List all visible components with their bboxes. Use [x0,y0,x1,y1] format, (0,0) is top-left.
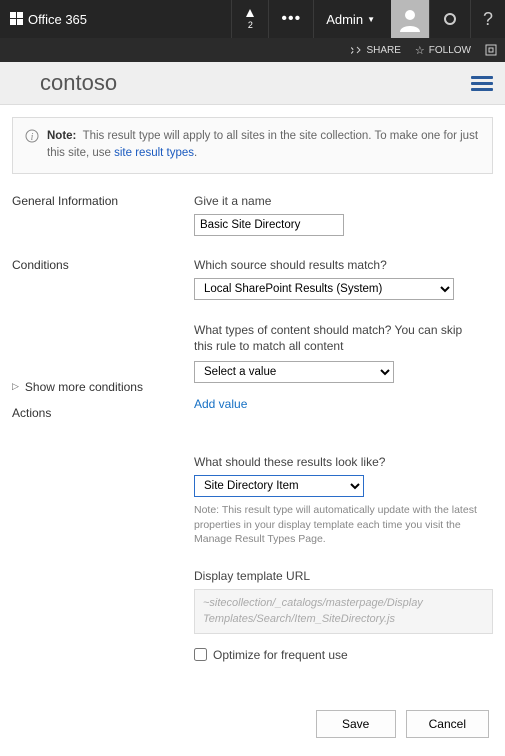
section-heading-general: General Information [12,194,182,208]
more-button[interactable]: ••• [268,0,313,38]
name-input[interactable] [194,214,344,236]
follow-label: FOLLOW [429,45,471,56]
cancel-button[interactable]: Cancel [406,710,489,738]
notification-button[interactable]: 2 [231,0,268,38]
admin-menu[interactable]: Admin ▼ [313,0,391,38]
suite-bar: Office 365 2 ••• Admin ▼ ? [0,0,505,38]
section-heading-actions: Actions [12,406,182,420]
bell-icon [244,8,256,20]
url-label: Display template URL [194,569,493,583]
office-logo-icon [10,12,24,26]
admin-label: Admin [326,12,363,27]
focus-button[interactable] [485,44,497,56]
help-button[interactable]: ? [470,0,505,38]
save-button[interactable]: Save [316,710,396,738]
help-icon: ? [483,9,493,30]
brand-text: Office 365 [28,12,87,27]
site-title: contoso [40,70,117,96]
info-icon: i [25,129,39,143]
avatar[interactable] [391,0,429,38]
content-types-label: What types of content should match? You … [194,322,484,356]
display-template-label: What should these results look like? [194,455,493,469]
form: General Information Conditions ▷ Show mo… [12,194,493,684]
star-icon: ☆ [415,44,425,57]
settings-button[interactable] [429,0,470,38]
note-text: This result type will apply to all sites… [47,130,478,159]
notification-count: 2 [248,20,253,30]
follow-button[interactable]: ☆ FOLLOW [415,44,471,57]
optimize-label: Optimize for frequent use [213,648,348,662]
source-label: Which source should results match? [194,258,493,272]
url-readonly: ~sitecollection/_catalogs/masterpage/Dis… [194,589,493,634]
note-text-end: . [194,147,197,159]
menu-button[interactable] [471,73,493,94]
brand[interactable]: Office 365 [0,0,97,38]
gear-icon [442,11,458,27]
content-types-select[interactable]: Select a value [194,361,394,383]
share-label: SHARE [366,45,400,56]
person-icon [397,6,423,32]
show-more-conditions[interactable]: ▷ Show more conditions [12,380,182,394]
site-result-types-link[interactable]: site result types [114,147,194,159]
optimize-checkbox[interactable] [194,648,207,661]
add-value-link[interactable]: Add value [194,397,247,411]
svg-text:i: i [31,132,34,143]
site-logo[interactable]: contoso [12,70,117,96]
site-header: contoso [0,62,505,105]
share-icon [351,45,362,56]
expand-icon: ▷ [12,381,19,392]
section-heading-conditions: Conditions [12,258,182,272]
show-more-label: Show more conditions [25,380,143,394]
button-row: Save Cancel [0,696,505,756]
source-select[interactable]: Local SharePoint Results (System) [194,278,454,300]
ribbon-bar: SHARE ☆ FOLLOW [0,38,505,62]
note-label: Note: [47,130,76,142]
display-template-note: Note: This result type will automaticall… [194,503,484,547]
focus-icon [485,44,497,56]
info-note: i Note: This result type will apply to a… [12,117,493,174]
share-button[interactable]: SHARE [351,45,400,56]
ellipsis-icon: ••• [281,10,301,28]
contoso-logo-icon [12,71,36,95]
display-template-select[interactable]: Site Directory Item [194,475,364,497]
name-label: Give it a name [194,194,493,208]
chevron-down-icon: ▼ [367,15,375,24]
